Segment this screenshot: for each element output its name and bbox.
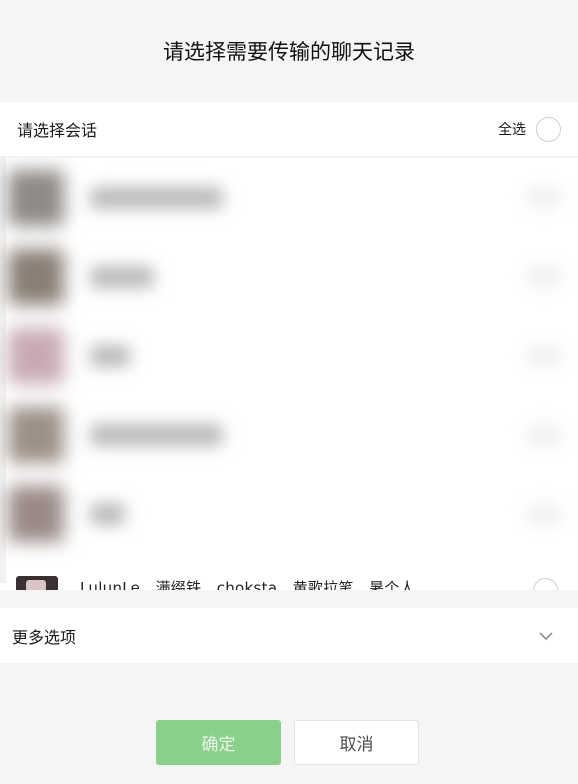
group-avatar: [16, 576, 58, 590]
cancel-button[interactable]: 取消: [294, 720, 419, 765]
conversation-list[interactable]: LulunLe、满缀铁、choksta、黄歌拉笔、暑个人: [0, 158, 578, 590]
conversation-checkbox[interactable]: [524, 420, 564, 449]
select-all-label: 全选: [498, 122, 526, 138]
conversation-checkbox[interactable]: [524, 183, 564, 212]
select-conversation-header: 请选择会话 全选: [0, 102, 578, 157]
select-all-checkbox[interactable]: [536, 116, 561, 142]
dialog-title: 请选择需要传输的聊天记录: [163, 40, 415, 64]
conversation-checkbox[interactable]: [524, 341, 564, 370]
more-options-label: 更多选项: [12, 627, 77, 647]
conversation-checkbox[interactable]: [524, 262, 564, 291]
conversation-name-blurred: [90, 265, 154, 288]
conversation-row[interactable]: [0, 395, 578, 474]
conversation-checkbox[interactable]: [533, 578, 558, 590]
conversation-name-blurred: [90, 502, 125, 525]
conversation-name-blurred: [90, 186, 223, 209]
conversation-row[interactable]: [0, 158, 578, 237]
conversation-name-blurred: [90, 344, 130, 367]
conversation-checkbox[interactable]: [524, 499, 564, 528]
chevron-down-icon: [539, 631, 553, 640]
confirm-button[interactable]: 确定: [156, 720, 281, 765]
select-all-toggle[interactable]: 全选: [498, 116, 561, 142]
select-conversation-label: 请选择会话: [17, 121, 98, 140]
conversation-avatar: [8, 248, 64, 305]
conversation-avatar: [8, 485, 64, 542]
conversation-name-blurred: [90, 423, 223, 446]
conversation-row[interactable]: [0, 237, 578, 316]
conversation-row[interactable]: [0, 316, 578, 395]
conversation-avatar: [8, 406, 64, 463]
conversation-row[interactable]: [0, 474, 578, 553]
more-options-row[interactable]: 更多选项: [0, 608, 578, 663]
conversation-name: LulunLe、满缀铁、choksta、黄歌拉笔、暑个人: [80, 579, 416, 590]
conversation-avatar: [8, 327, 64, 384]
conversation-avatar: [8, 169, 64, 226]
conversation-row-partial[interactable]: LulunLe、满缀铁、choksta、黄歌拉笔、暑个人: [0, 568, 578, 590]
